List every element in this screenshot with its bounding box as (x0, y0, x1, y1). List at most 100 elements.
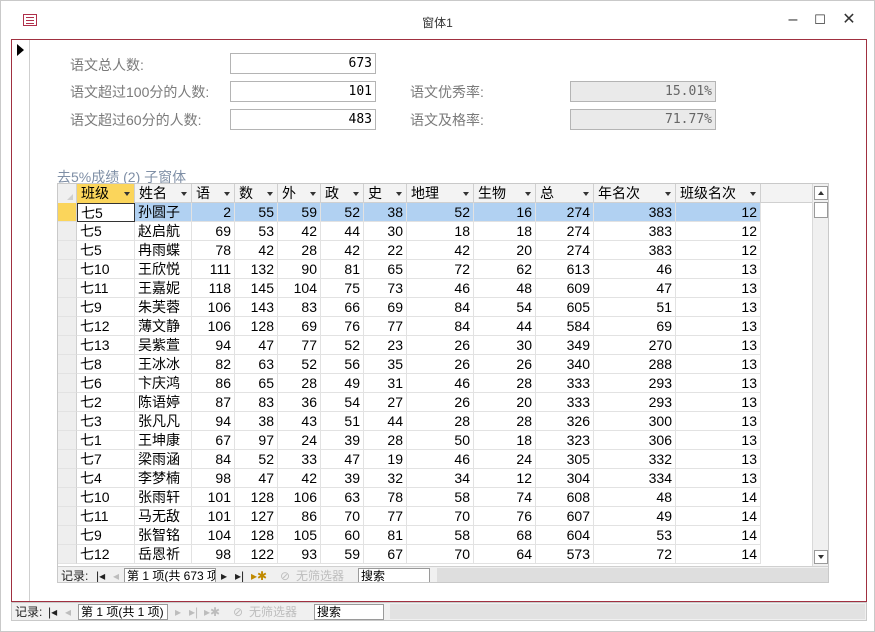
row-selector[interactable] (58, 317, 77, 336)
cell-total[interactable]: 326 (536, 412, 594, 431)
cell-grade-rank[interactable]: 51 (594, 298, 676, 317)
cell-math[interactable]: 122 (235, 545, 278, 564)
scroll-up-icon[interactable] (814, 186, 828, 200)
outer-horizontal-scrollbar[interactable] (390, 604, 865, 619)
cell-chinese[interactable]: 94 (192, 412, 235, 431)
cell-politics[interactable]: 66 (321, 298, 364, 317)
row-selector[interactable] (58, 431, 77, 450)
cell-class-rank[interactable]: 13 (676, 260, 761, 279)
cell-grade-rank[interactable]: 48 (594, 488, 676, 507)
column-header-total[interactable]: 总 (536, 184, 594, 203)
table-row[interactable]: 七4 李梦楠 98 47 42 39 32 34 12 304 334 13 (58, 469, 812, 488)
cell-total[interactable]: 305 (536, 450, 594, 469)
cell-chinese[interactable]: 98 (192, 469, 235, 488)
cell-name[interactable]: 梁雨涵 (135, 450, 192, 469)
cell-geography[interactable]: 18 (407, 222, 474, 241)
outer-last-record-icon[interactable]: ▸| (189, 605, 198, 619)
cell-english[interactable]: 93 (278, 545, 321, 564)
cell-math[interactable]: 143 (235, 298, 278, 317)
row-selector[interactable] (58, 222, 77, 241)
cell-chinese[interactable]: 86 (192, 374, 235, 393)
cell-total[interactable]: 274 (536, 222, 594, 241)
cell-politics[interactable]: 75 (321, 279, 364, 298)
cell-math[interactable]: 128 (235, 526, 278, 545)
record-position-field[interactable]: 第 1 项(共 673 项 (124, 568, 216, 582)
cell-english[interactable]: 106 (278, 488, 321, 507)
cell-politics[interactable]: 60 (321, 526, 364, 545)
cell-class[interactable]: 七5 (77, 222, 135, 241)
cell-geography[interactable]: 46 (407, 279, 474, 298)
cell-geography[interactable]: 72 (407, 260, 474, 279)
cell-history[interactable]: 28 (364, 431, 407, 450)
cell-grade-rank[interactable]: 334 (594, 469, 676, 488)
cell-grade-rank[interactable]: 47 (594, 279, 676, 298)
cell-geography[interactable]: 26 (407, 355, 474, 374)
cell-chinese[interactable]: 84 (192, 450, 235, 469)
row-selector[interactable] (58, 279, 77, 298)
cell-history[interactable]: 81 (364, 526, 407, 545)
table-row[interactable]: 七5 孙圆子 2 55 59 52 38 52 16 274 383 12 (58, 203, 812, 222)
cell-geography[interactable]: 34 (407, 469, 474, 488)
cell-name[interactable]: 王坤康 (135, 431, 192, 450)
cell-total[interactable]: 605 (536, 298, 594, 317)
table-row[interactable]: 七11 马无敌 101 127 86 70 77 70 76 607 49 14 (58, 507, 812, 526)
cell-name[interactable]: 赵启航 (135, 222, 192, 241)
chevron-down-icon[interactable] (181, 192, 187, 196)
cell-total[interactable]: 573 (536, 545, 594, 564)
cell-biology[interactable]: 20 (474, 241, 536, 260)
cell-history[interactable]: 38 (364, 203, 407, 222)
row-selector[interactable] (58, 355, 77, 374)
table-row[interactable]: 七5 冉雨蝶 78 42 28 42 22 42 20 274 383 12 (58, 241, 812, 260)
column-header-biology[interactable]: 生物 (474, 184, 536, 203)
row-selector[interactable] (58, 260, 77, 279)
outer-search-input[interactable]: 搜索 (314, 604, 384, 620)
chevron-down-icon[interactable] (665, 192, 671, 196)
cell-math[interactable]: 47 (235, 336, 278, 355)
cell-class-rank[interactable]: 13 (676, 355, 761, 374)
cell-grade-rank[interactable]: 293 (594, 374, 676, 393)
cell-history[interactable]: 23 (364, 336, 407, 355)
outer-new-record-icon[interactable]: ▸✱ (204, 605, 220, 619)
cell-biology[interactable]: 28 (474, 374, 536, 393)
cell-total[interactable]: 274 (536, 241, 594, 260)
cell-grade-rank[interactable]: 383 (594, 222, 676, 241)
row-selector[interactable] (58, 393, 77, 412)
cell-class[interactable]: 七6 (77, 374, 135, 393)
cell-total[interactable]: 604 (536, 526, 594, 545)
cell-name[interactable]: 张凡凡 (135, 412, 192, 431)
cell-english[interactable]: 28 (278, 374, 321, 393)
cell-politics[interactable]: 70 (321, 507, 364, 526)
cell-name[interactable]: 陈语婷 (135, 393, 192, 412)
cell-math[interactable]: 63 (235, 355, 278, 374)
cell-grade-rank[interactable]: 300 (594, 412, 676, 431)
row-selector[interactable] (58, 507, 77, 526)
cell-grade-rank[interactable]: 306 (594, 431, 676, 450)
cell-history[interactable]: 73 (364, 279, 407, 298)
column-header-class[interactable]: 班级 (77, 184, 135, 203)
maximize-button[interactable]: ☐ (809, 10, 831, 30)
cell-chinese[interactable]: 118 (192, 279, 235, 298)
cell-biology[interactable]: 18 (474, 222, 536, 241)
cell-english[interactable]: 33 (278, 450, 321, 469)
cell-chinese[interactable]: 87 (192, 393, 235, 412)
chevron-down-icon[interactable] (124, 192, 130, 196)
cell-history[interactable]: 22 (364, 241, 407, 260)
prev-record-icon[interactable]: ◂ (113, 569, 119, 582)
over100-field[interactable]: 101 (230, 81, 376, 102)
table-row[interactable]: 七8 王冰冰 82 63 52 56 35 26 26 340 288 13 (58, 355, 812, 374)
cell-geography[interactable]: 58 (407, 488, 474, 507)
column-header-english[interactable]: 外 (278, 184, 321, 203)
cell-class[interactable]: 七4 (77, 469, 135, 488)
cell-politics[interactable]: 81 (321, 260, 364, 279)
cell-english[interactable]: 36 (278, 393, 321, 412)
cell-english[interactable]: 105 (278, 526, 321, 545)
table-row[interactable]: 七10 王欣悦 111 132 90 81 65 72 62 613 46 13 (58, 260, 812, 279)
cell-grade-rank[interactable]: 288 (594, 355, 676, 374)
cell-class[interactable]: 七9 (77, 526, 135, 545)
pass-rate-field[interactable]: 71.77% (570, 109, 716, 130)
cell-name[interactable]: 马无敌 (135, 507, 192, 526)
scroll-thumb[interactable] (814, 202, 828, 218)
cell-math[interactable]: 47 (235, 469, 278, 488)
excellent-rate-field[interactable]: 15.01% (570, 81, 716, 102)
cell-name[interactable]: 王冰冰 (135, 355, 192, 374)
